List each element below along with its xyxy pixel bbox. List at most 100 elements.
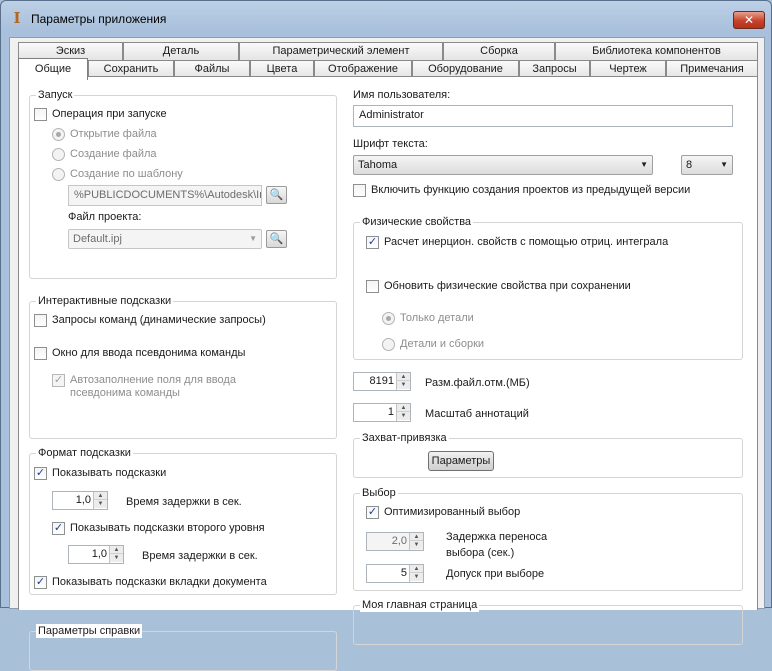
browse-template-button[interactable]: 🔍 (266, 186, 287, 204)
tooltip-delay-label: Время задержки в сек. (126, 496, 242, 508)
project-file-combo[interactable]: Default.ipj ▼ (68, 229, 262, 249)
tab-assembly[interactable]: Сборка (443, 42, 555, 61)
second-level-label: Показывать подсказки второго уровня (70, 522, 265, 534)
show-tooltips-checkbox[interactable]: ✓ (34, 467, 47, 480)
font-value: Tahoma (358, 159, 398, 171)
autocomplete-checkbox[interactable]: ✓ (52, 374, 65, 387)
open-file-radio[interactable] (52, 128, 65, 141)
spinner-buttons: ▲ ▼ (93, 492, 107, 509)
help-options-title: Параметры справки (36, 624, 143, 638)
snap-settings-button[interactable]: Параметры (428, 451, 494, 471)
tab-part[interactable]: Деталь (123, 42, 239, 61)
from-template-radio[interactable] (52, 168, 65, 181)
app-options-window: I Параметры приложения ✕ Эскиз Деталь Па… (0, 0, 772, 671)
legacy-projects-checkbox[interactable] (353, 184, 366, 197)
spinner-buttons: ▲ ▼ (409, 565, 423, 582)
tab-parametric-element[interactable]: Параметрический элемент (239, 42, 443, 61)
font-size-combo[interactable]: 8 ▼ (681, 155, 733, 175)
new-file-radio[interactable] (52, 148, 65, 161)
chevron-down-icon: ▼ (720, 160, 728, 169)
autocomplete-label: Автозаполнение поля для ввода псевдонима… (70, 374, 236, 399)
project-file-value: Default.ipj (73, 233, 122, 245)
font-size-value: 8 (686, 159, 693, 171)
dialog-client: Эскиз Деталь Параметрический элемент Сбо… (9, 37, 765, 671)
spin-up-icon[interactable]: ▲ (397, 373, 410, 381)
font-combo[interactable]: Tahoma ▼ (353, 155, 653, 175)
browse-project-button[interactable]: 🔍 (266, 230, 287, 248)
command-prompts-checkbox[interactable] (34, 314, 47, 327)
tooltip-format-group: Формат подсказки ✓ Показывать подсказки … (29, 446, 337, 595)
update-on-save-checkbox[interactable] (366, 280, 379, 293)
on-startup-checkbox[interactable] (34, 108, 47, 121)
interactive-hints-title: Интерактивные подсказки (36, 294, 174, 308)
alias-window-checkbox[interactable] (34, 347, 47, 360)
undo-file-size-value: 8191 (369, 375, 394, 387)
tab-general[interactable]: Общие (18, 58, 88, 80)
spin-down-icon[interactable]: ▼ (94, 500, 107, 508)
doc-tab-tooltips-label: Показывать подсказки вкладки документа (52, 576, 267, 588)
doc-tab-tooltips-checkbox[interactable]: ✓ (34, 576, 47, 589)
transfer-delay-spinner[interactable]: 2,0 ▲ ▼ (366, 532, 424, 551)
selection-tolerance-spinner[interactable]: 5 ▲ ▼ (366, 564, 424, 583)
general-tab-panel: Запуск Операция при запуске Открытие фай… (18, 76, 758, 671)
second-level-delay-label: Время задержки в сек. (142, 550, 258, 562)
physical-properties-group: Физические свойства ✓ Расчет инерцион. с… (353, 215, 743, 360)
spin-down-icon[interactable]: ▼ (110, 554, 123, 562)
parts-assemblies-label: Детали и сборки (400, 338, 485, 350)
selection-group: Выбор ✓ Оптимизированный выбор 2,0 ▲ ▼ За… (353, 486, 743, 591)
tab-row-1: Эскиз Деталь Параметрический элемент Сбо… (18, 42, 758, 61)
tab-content-center[interactable]: Библиотека компонентов (555, 42, 758, 61)
transfer-delay-label-line1: Задержка переноса (446, 531, 548, 543)
parts-only-radio[interactable] (382, 312, 395, 325)
parts-only-label: Только детали (400, 312, 474, 324)
optimized-selection-label: Оптимизированный выбор (384, 506, 521, 518)
on-startup-label: Операция при запуске (52, 108, 167, 120)
transfer-delay-value: 2,0 (391, 535, 407, 547)
window-title: Параметры приложения (31, 12, 167, 26)
annotation-scale-label: Масштаб аннотаций (425, 408, 529, 420)
second-level-delay-spinner[interactable]: 1,0 ▲ ▼ (68, 545, 124, 564)
help-options-group: Параметры справки (29, 624, 337, 671)
tooltip-delay-spinner[interactable]: 1,0 ▲ ▼ (52, 491, 108, 510)
new-file-label: Создание файла (70, 148, 157, 160)
negative-integral-checkbox[interactable]: ✓ (366, 236, 379, 249)
spin-down-icon[interactable]: ▼ (410, 573, 423, 581)
spin-up-icon[interactable]: ▲ (410, 565, 423, 573)
parts-assemblies-radio[interactable] (382, 338, 395, 351)
undo-file-size-spinner[interactable]: 8191 ▲ ▼ (353, 372, 411, 391)
spin-down-icon[interactable]: ▼ (397, 381, 410, 389)
title-bar[interactable]: I Параметры приложения ✕ (1, 1, 771, 37)
second-level-delay-value: 1,0 (91, 548, 107, 560)
show-tooltips-label: Показывать подсказки (52, 467, 167, 479)
startup-group-title: Запуск (36, 88, 75, 102)
snap-group-title: Захват-привязка (360, 431, 449, 445)
close-button[interactable]: ✕ (733, 11, 765, 29)
optimized-selection-checkbox[interactable]: ✓ (366, 506, 379, 519)
spin-up-icon[interactable]: ▲ (410, 533, 423, 541)
chevron-down-icon: ▼ (640, 160, 648, 169)
annotation-scale-value: 1 (387, 406, 394, 418)
browse-folder-icon: 🔍 (269, 233, 284, 245)
selection-tolerance-label: Допуск при выборе (446, 568, 545, 580)
spinner-buttons: ▲ ▼ (396, 404, 410, 421)
spinner-buttons: ▲ ▼ (409, 533, 423, 550)
interactive-hints-group: Интерактивные подсказки Запросы команд (… (29, 294, 337, 439)
selection-tolerance-value: 5 (400, 567, 407, 579)
from-template-label: Создание по шаблону (70, 168, 183, 180)
user-name-label: Имя пользователя: (353, 89, 451, 101)
spin-up-icon[interactable]: ▲ (397, 404, 410, 412)
annotation-scale-spinner[interactable]: 1 ▲ ▼ (353, 403, 411, 422)
app-icon: I (13, 9, 21, 27)
spin-down-icon[interactable]: ▼ (397, 412, 410, 420)
chevron-down-icon: ▼ (249, 234, 257, 243)
template-path-input[interactable]: %PUBLICDOCUMENTS%\Autodesk\Inv (68, 185, 262, 206)
alias-window-label: Окно для ввода псевдонима команды (52, 347, 246, 359)
snap-group: Захват-привязка Параметры (353, 431, 743, 478)
negative-integral-label: Расчет инерцион. свойств с помощью отриц… (384, 236, 669, 248)
spin-up-icon[interactable]: ▲ (94, 492, 107, 500)
legacy-projects-label: Включить функцию создания проектов из пр… (371, 184, 691, 196)
second-level-checkbox[interactable]: ✓ (52, 522, 65, 535)
user-name-input[interactable]: Administrator (353, 105, 733, 127)
spin-up-icon[interactable]: ▲ (110, 546, 123, 554)
spin-down-icon[interactable]: ▼ (410, 541, 423, 549)
